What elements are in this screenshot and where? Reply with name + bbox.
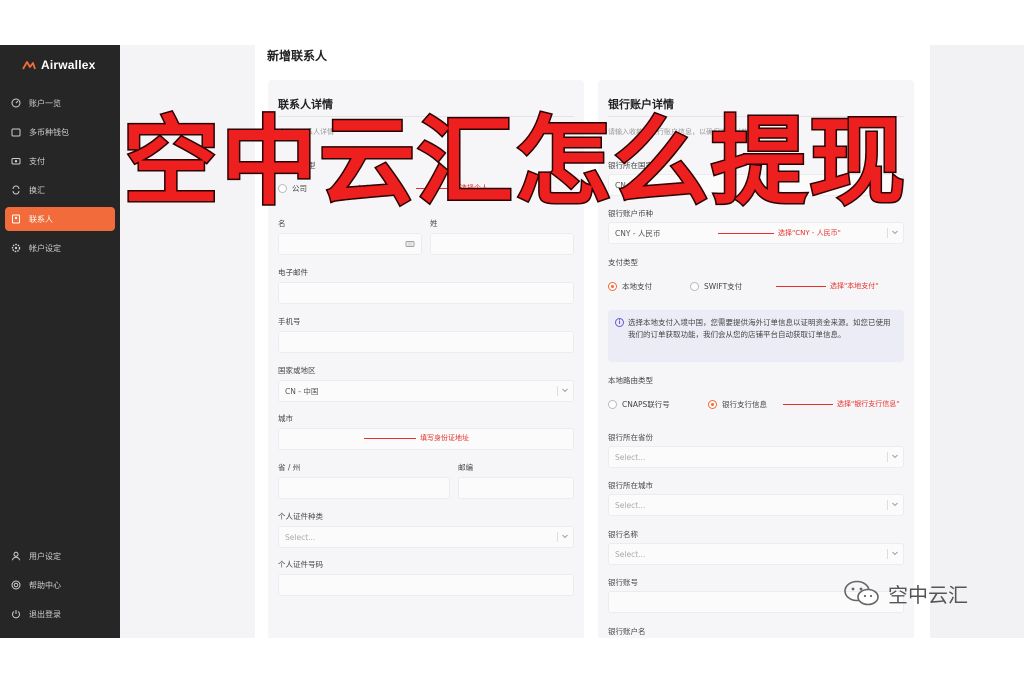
- routing-type-label: 本地路由类型: [608, 376, 653, 385]
- id-number-label: 个人证件号码: [278, 560, 323, 569]
- annotation-currency: 选择"CNY - 人民币": [718, 228, 841, 238]
- bank-city-select[interactable]: Select...: [608, 494, 904, 516]
- province-label: 省 / 州: [278, 463, 301, 472]
- annotation-local: 选择"本地支付": [776, 281, 878, 291]
- bank-currency-value: CNY - 人民币: [615, 228, 661, 238]
- postcode-label: 邮编: [458, 463, 473, 472]
- brand-logo[interactable]: Airwallex: [22, 57, 96, 73]
- payment-method-swift-radio[interactable]: SWIFT支付: [690, 281, 742, 292]
- select-placeholder: Select...: [615, 500, 646, 510]
- chevron-down-icon: [887, 228, 898, 238]
- annotation-line: [776, 285, 826, 287]
- country-label: 国家或地区: [278, 366, 316, 375]
- annotation-line: [783, 403, 833, 405]
- info-icon: i: [615, 318, 624, 327]
- city-label: 城市: [278, 414, 293, 423]
- radio-label: 银行支行信息: [722, 400, 767, 409]
- exchange-icon: [11, 185, 21, 195]
- postcode-input[interactable]: [458, 477, 574, 499]
- email-label: 电子邮件: [278, 268, 308, 277]
- select-placeholder: Select...: [615, 549, 646, 559]
- radio-dot-selected: [708, 400, 717, 409]
- sidebar-item-label: 帐户设定: [29, 243, 61, 253]
- annotation-address: 填写身份证地址: [364, 433, 469, 443]
- phone-input[interactable]: [278, 331, 574, 353]
- annotation-text: 选择"本地支付": [830, 282, 879, 290]
- bank-province-label: 银行所在省份: [608, 433, 653, 442]
- chevron-down-icon: [887, 452, 898, 462]
- select-placeholder: Select...: [615, 452, 646, 462]
- radio-label: SWIFT支付: [704, 282, 743, 291]
- info-text: 选择本地支付入境中国，您需要提供海外订单信息以证明资金来源。如您已使用我们的订单…: [628, 318, 891, 339]
- page-title: 新增联系人: [267, 49, 328, 63]
- radio-dot: [608, 400, 617, 409]
- radio-label: CNAPS联行号: [622, 400, 670, 409]
- sidebar-item-label: 换汇: [29, 185, 45, 195]
- chevron-down-icon: [557, 386, 568, 396]
- wallet-icon: [11, 127, 21, 137]
- country-value: CN - 中国: [285, 386, 319, 396]
- bank-province-select[interactable]: Select...: [608, 446, 904, 468]
- last-name-input[interactable]: [430, 233, 574, 255]
- sidebar-item-label: 帮助中心: [29, 580, 61, 590]
- sidebar-item-label: 用户设定: [29, 551, 61, 561]
- contacts-icon: [11, 214, 21, 224]
- payment-method-local-radio[interactable]: 本地支付: [608, 281, 652, 292]
- routing-cnaps-radio[interactable]: CNAPS联行号: [608, 399, 670, 410]
- id-type-select[interactable]: Select...: [278, 526, 574, 548]
- gear-icon: [11, 243, 21, 253]
- sidebar-bottom-nav: 用户设定 帮助中心 退出登录: [0, 544, 120, 631]
- phone-label: 手机号: [278, 317, 301, 326]
- sidebar-item-help[interactable]: 帮助中心: [5, 573, 115, 597]
- watermark-text: 空中云汇: [888, 582, 968, 607]
- overlay-title: 空中云汇怎么提现: [122, 105, 907, 220]
- annotation-line: [364, 437, 416, 439]
- radio-label: 本地支付: [622, 282, 652, 291]
- sidebar-item-label: 支付: [29, 156, 45, 166]
- bank-account-number-label: 银行账号: [608, 578, 638, 587]
- sidebar-item-label: 账户一览: [29, 98, 61, 108]
- annotation-text: 选择"CNY - 人民币": [778, 229, 841, 237]
- routing-branch-radio[interactable]: 银行支行信息: [708, 399, 767, 410]
- local-payment-info-box: i 选择本地支付入境中国，您需要提供海外订单信息以证明资金来源。如您已使用我们的…: [608, 310, 904, 362]
- sidebar-item-label: 退出登录: [29, 609, 61, 619]
- payment-method-label: 支付类型: [608, 258, 638, 267]
- province-input[interactable]: [278, 477, 450, 499]
- id-number-input[interactable]: [278, 574, 574, 596]
- sidebar-item-account-settings[interactable]: 帐户设定: [5, 236, 115, 260]
- annotation-text: 选择"银行支行信息": [837, 400, 900, 408]
- annotation-text: 填写身份证地址: [420, 434, 469, 442]
- user-icon: [11, 551, 21, 561]
- country-select[interactable]: CN - 中国: [278, 380, 574, 402]
- bank-account-name-label: 银行账户名: [608, 627, 646, 636]
- wechat-watermark: 空中云汇: [842, 578, 968, 608]
- radio-dot-selected: [608, 282, 617, 291]
- sidebar-item-logout[interactable]: 退出登录: [5, 602, 115, 626]
- brand-name: Airwallex: [41, 58, 96, 72]
- dashboard-icon: [11, 98, 21, 108]
- logout-icon: [11, 609, 21, 619]
- sidebar-item-label: 联系人: [29, 214, 53, 224]
- id-type-placeholder: Select...: [285, 532, 316, 542]
- chevron-down-icon: [887, 500, 898, 510]
- help-icon: [11, 580, 21, 590]
- bank-name-label: 银行名称: [608, 530, 638, 539]
- first-name-input[interactable]: [278, 233, 422, 255]
- airwallex-logo-icon: [22, 60, 36, 69]
- chevron-down-icon: [557, 532, 568, 542]
- chevron-down-icon: [887, 549, 898, 559]
- email-input[interactable]: [278, 282, 574, 304]
- payment-icon: [11, 156, 21, 166]
- annotation-line: [718, 232, 774, 234]
- id-type-label: 个人证件种类: [278, 512, 323, 521]
- bank-city-label: 银行所在城市: [608, 481, 653, 490]
- sidebar-item-user-settings[interactable]: 用户设定: [5, 544, 115, 568]
- wechat-icon: [844, 580, 879, 606]
- radio-dot: [690, 282, 699, 291]
- keyboard-icon: [405, 241, 415, 247]
- bank-name-select[interactable]: Select...: [608, 543, 904, 565]
- annotation-branch: 选择"银行支行信息": [783, 399, 899, 409]
